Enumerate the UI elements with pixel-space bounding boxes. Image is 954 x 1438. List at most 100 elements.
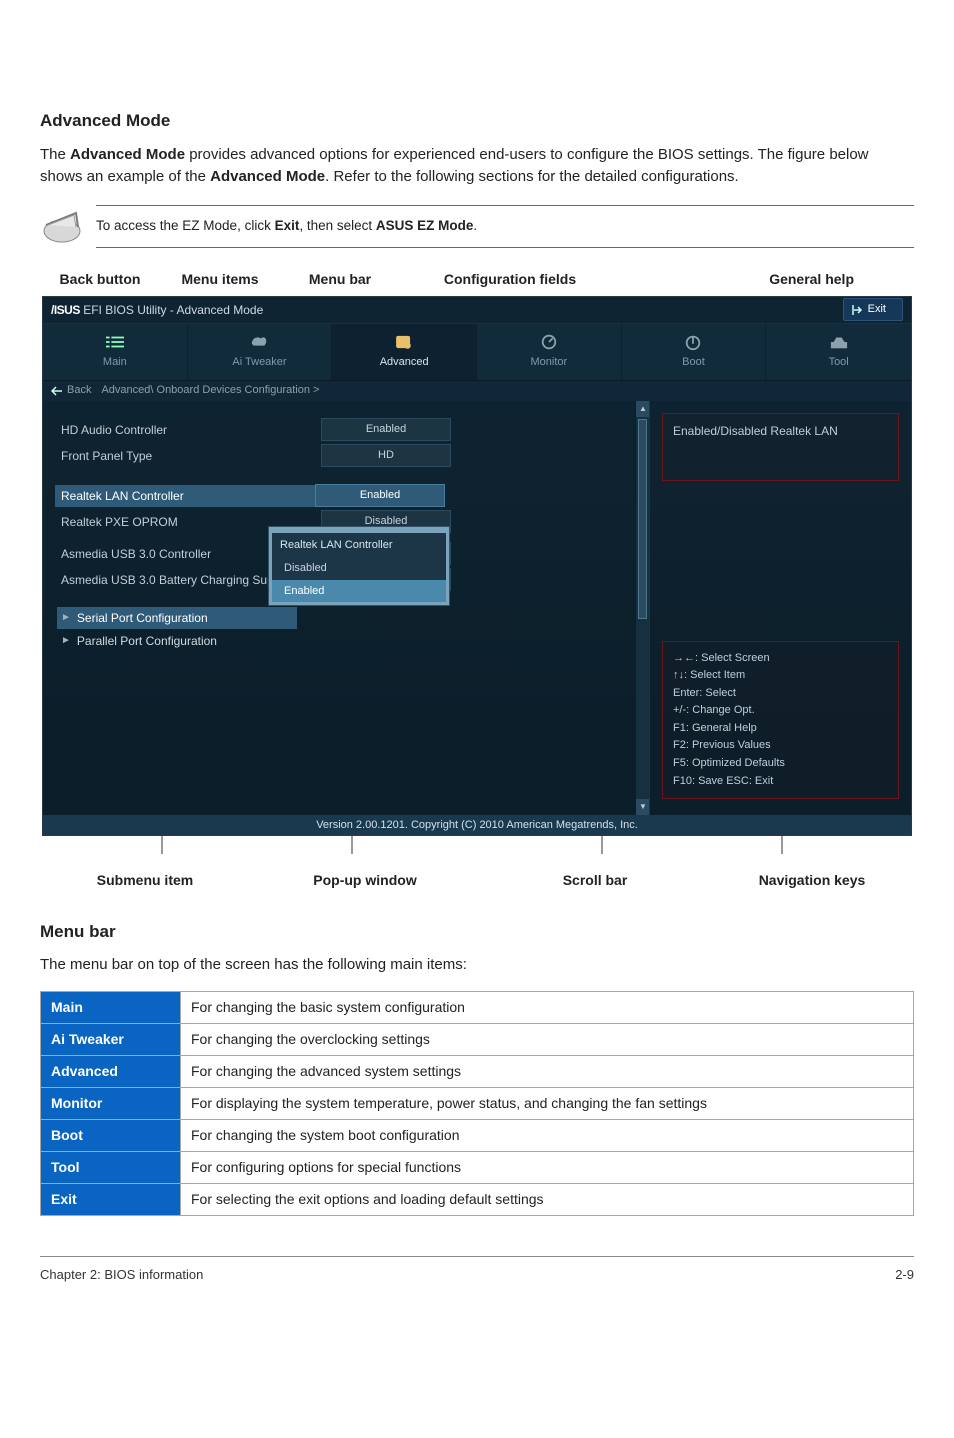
note-post: . — [473, 218, 477, 233]
popup-title: Realtek LAN Controller — [272, 537, 446, 558]
table-row: ExitFor selecting the exit options and l… — [41, 1183, 914, 1215]
desc-bold-2: Advanced Mode — [210, 168, 325, 185]
nav-key-line: Enter: Select — [673, 685, 888, 703]
th-ai-tweaker: Ai Tweaker — [41, 1023, 181, 1055]
popup-option-disabled[interactable]: Disabled — [272, 557, 446, 580]
field-front-panel[interactable]: Front Panel TypeHD — [61, 443, 631, 469]
back-arrow-icon — [51, 386, 63, 396]
label-popup-window: Pop-up window — [250, 870, 480, 891]
label-back-button: Back button — [40, 269, 160, 290]
table-row: MonitorFor displaying the system tempera… — [41, 1087, 914, 1119]
th-monitor: Monitor — [41, 1087, 181, 1119]
bios-screenshot: /ISUS EFI BIOS Utility - Advanced Mode E… — [42, 296, 912, 836]
tab-tool[interactable]: Tool — [766, 324, 911, 380]
tab-advanced[interactable]: Advanced — [332, 324, 477, 380]
submenu-parallel-port[interactable]: ► Parallel Port Configuration — [61, 629, 301, 653]
nav-key-line: F2: Previous Values — [673, 737, 888, 755]
exit-label: Exit — [868, 301, 886, 318]
nav-key-line: ↑↓: Select Item — [673, 667, 888, 685]
field-label: Realtek LAN Controller — [55, 485, 315, 507]
td-advanced: For changing the advanced system setting… — [181, 1055, 914, 1087]
scroll-down-arrow-icon[interactable]: ▼ — [636, 799, 650, 815]
footer-chapter: Chapter 2: BIOS information — [40, 1265, 203, 1285]
nav-key-line: →←: Select Screen — [673, 650, 888, 668]
field-value[interactable]: HD — [321, 444, 451, 467]
tab-boot-label: Boot — [682, 354, 705, 371]
note-icon — [40, 205, 88, 249]
table-row: AdvancedFor changing the advanced system… — [41, 1055, 914, 1087]
note-mid: , then select — [299, 218, 376, 233]
field-label: HD Audio Controller — [61, 421, 321, 439]
breadcrumb: Advanced\ Onboard Devices Configuration … — [101, 382, 319, 399]
note-text: To access the EZ Mode, click Exit, then … — [96, 205, 914, 247]
general-help-box: Enabled/Disabled Realtek LAN — [662, 413, 899, 481]
tab-boot[interactable]: Boot — [622, 324, 767, 380]
tab-ai-tweaker-label: Ai Tweaker — [232, 354, 286, 371]
submenu-label: Parallel Port Configuration — [77, 632, 217, 650]
table-row: BootFor changing the system boot configu… — [41, 1119, 914, 1151]
th-main: Main — [41, 991, 181, 1023]
nav-key-line: +/-: Change Opt. — [673, 702, 888, 720]
bios-title: EFI BIOS Utility - Advanced Mode — [83, 303, 263, 317]
tab-ai-tweaker[interactable]: Ai Tweaker — [188, 324, 333, 380]
desc-bold-1: Advanced Mode — [70, 146, 185, 163]
label-configuration-fields: Configuration fields — [410, 269, 610, 290]
field-label: Front Panel Type — [61, 447, 321, 465]
label-menu-bar: Menu bar — [280, 269, 400, 290]
popup-option-enabled[interactable]: Enabled — [272, 580, 446, 603]
tab-advanced-label: Advanced — [380, 354, 429, 371]
submenu-serial-port[interactable]: ► Serial Port Configuration — [57, 607, 297, 629]
desc-text-pre: The — [40, 146, 70, 163]
popup-window[interactable]: Realtek LAN Controller Disabled Enabled — [269, 527, 449, 606]
navigation-keys-box: →←: Select Screen ↑↓: Select Item Enter:… — [662, 641, 899, 800]
th-tool: Tool — [41, 1151, 181, 1183]
note-bold-2: ASUS EZ Mode — [376, 218, 474, 233]
label-navigation-keys: Navigation keys — [710, 870, 914, 891]
back-label: Back — [67, 382, 91, 399]
note-pre: To access the EZ Mode, click — [96, 218, 275, 233]
nav-key-line: F1: General Help — [673, 720, 888, 738]
td-monitor: For displaying the system temperature, p… — [181, 1087, 914, 1119]
submenu-label: Serial Port Configuration — [77, 609, 208, 627]
td-exit: For selecting the exit options and loadi… — [181, 1183, 914, 1215]
tab-main-label: Main — [103, 354, 127, 371]
td-tool: For configuring options for special func… — [181, 1151, 914, 1183]
td-ai-tweaker: For changing the overclocking settings — [181, 1023, 914, 1055]
exit-button[interactable]: Exit — [843, 298, 903, 321]
menu-bar-description: The menu bar on top of the screen has th… — [40, 954, 914, 977]
scroll-thumb[interactable] — [638, 419, 647, 619]
scroll-up-arrow-icon[interactable]: ▲ — [636, 401, 650, 417]
advanced-mode-description: The Advanced Mode provides advanced opti… — [40, 144, 914, 189]
th-advanced: Advanced — [41, 1055, 181, 1087]
tab-tool-label: Tool — [829, 354, 849, 371]
tab-main[interactable]: Main — [43, 324, 188, 380]
table-row: ToolFor configuring options for special … — [41, 1151, 914, 1183]
td-main: For changing the basic system configurat… — [181, 991, 914, 1023]
th-exit: Exit — [41, 1183, 181, 1215]
menu-items-table: MainFor changing the basic system config… — [40, 991, 914, 1216]
label-general-help: General help — [610, 269, 914, 290]
desc-text-post: . Refer to the following sections for th… — [325, 168, 739, 185]
field-value[interactable]: Enabled — [315, 484, 445, 507]
chevron-right-icon: ► — [61, 633, 71, 648]
back-button[interactable]: Back — [51, 382, 91, 399]
table-row: MainFor changing the basic system config… — [41, 991, 914, 1023]
tab-monitor[interactable]: Monitor — [477, 324, 622, 380]
field-value[interactable]: Enabled — [321, 418, 451, 441]
chevron-right-icon: ► — [61, 610, 71, 625]
nav-key-line: F5: Optimized Defaults — [673, 755, 888, 773]
section-title-menu-bar: Menu bar — [40, 919, 914, 945]
th-boot: Boot — [41, 1119, 181, 1151]
field-hd-audio[interactable]: HD Audio ControllerEnabled — [61, 417, 631, 443]
bios-logo: /ISUS — [51, 303, 80, 317]
label-menu-items: Menu items — [160, 269, 280, 290]
label-scroll-bar: Scroll bar — [480, 870, 710, 891]
footer-page-number: 2-9 — [895, 1265, 914, 1285]
nav-key-line: F10: Save ESC: Exit — [673, 773, 888, 791]
scroll-bar[interactable]: ▲ ▼ — [635, 401, 649, 815]
table-row: Ai TweakerFor changing the overclocking … — [41, 1023, 914, 1055]
field-realtek-lan[interactable]: Realtek LAN ControllerEnabled — [61, 483, 631, 509]
label-submenu-item: Submenu item — [40, 870, 250, 891]
section-title-advanced-mode: Advanced Mode — [40, 108, 914, 134]
note-bold-1: Exit — [275, 218, 300, 233]
